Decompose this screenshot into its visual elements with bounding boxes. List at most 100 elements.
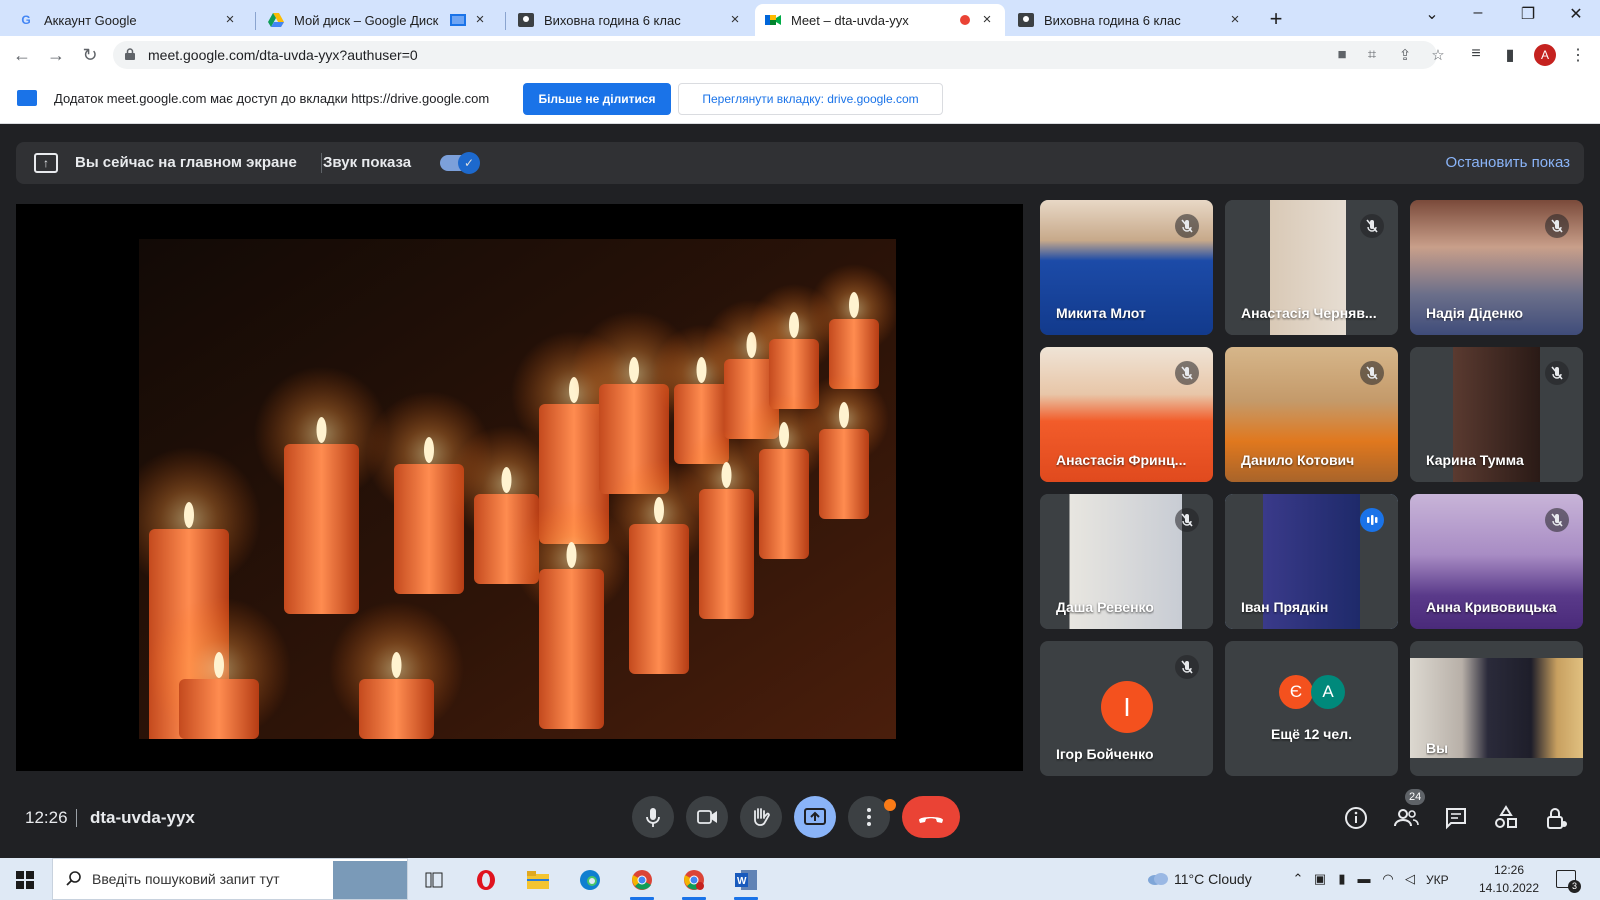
info-icon (1345, 807, 1367, 829)
google-drive-icon (268, 12, 284, 28)
chat-icon (1446, 808, 1466, 830)
host-controls-icon (1547, 808, 1567, 829)
close-tab-icon[interactable]: × (472, 12, 488, 28)
battery-icon[interactable]: ▬ (1356, 871, 1372, 886)
shared-video-candles (139, 239, 896, 739)
tab-separator (255, 12, 256, 30)
profile-avatar[interactable]: A (1534, 44, 1556, 66)
chrome-icon[interactable] (624, 864, 660, 900)
notification-count: 3 (1568, 880, 1581, 893)
address-bar[interactable]: meet.google.com/dta-uvda-yyx?authuser=0 … (113, 41, 1445, 69)
close-window-button[interactable]: ✕ (1560, 4, 1592, 24)
camera-icon (697, 810, 717, 824)
tab-google-drive[interactable]: Мой диск – Google Диск × (258, 4, 498, 36)
mic-off-icon (1175, 508, 1199, 532)
side-panel-icon[interactable]: ▮ (1500, 45, 1520, 65)
microphone-button[interactable] (632, 796, 674, 838)
chat-button[interactable] (1442, 804, 1470, 832)
media-controls-icon[interactable]: ≡ (1466, 45, 1486, 63)
svg-text:W: W (737, 876, 747, 887)
classroom-icon (518, 12, 534, 28)
weather-text[interactable]: 11°C Cloudy (1174, 871, 1252, 887)
participant-tile[interactable]: Анастасія Черняв... (1225, 200, 1398, 335)
mic-off-icon (1175, 214, 1199, 238)
participant-tile[interactable]: Данило Котович (1225, 347, 1398, 482)
view-tab-button[interactable]: Переглянути вкладку: drive.google.com (678, 83, 943, 115)
tab-meet[interactable]: Meet – dta-uvda-yyx × (755, 4, 1005, 36)
participant-tile[interactable]: Карина Тумма (1410, 347, 1583, 482)
camera-in-use-icon[interactable]: ■ (1333, 46, 1351, 63)
edge-icon[interactable] (572, 864, 608, 896)
stop-presenting-button[interactable]: Остановить показ (1446, 154, 1570, 171)
more-participants-label: Ещё 12 чел. (1271, 726, 1352, 742)
raise-hand-button[interactable] (740, 796, 782, 838)
reload-button[interactable]: ↻ (78, 43, 102, 67)
tab-google-account[interactable]: G Аккаунт Google × (8, 4, 248, 36)
leave-call-button[interactable] (902, 796, 960, 838)
close-tab-icon[interactable]: × (222, 12, 238, 28)
presentation-audio-toggle[interactable]: ✓ (440, 152, 480, 174)
more-participants-tile[interactable]: Є А Ещё 12 чел. (1225, 641, 1398, 776)
input-language[interactable]: УКР (1426, 873, 1449, 887)
back-button[interactable]: ← (10, 43, 34, 67)
participant-tile[interactable]: Надія Діденко (1410, 200, 1583, 335)
google-g-icon: G (21, 13, 31, 27)
participant-tile-active-speaker[interactable]: Іван Прядкін (1225, 494, 1398, 629)
stop-sharing-button[interactable]: Більше не ділитися (523, 83, 671, 115)
meeting-details-button[interactable] (1342, 804, 1370, 832)
wifi-icon[interactable]: ◠ (1380, 871, 1396, 887)
tab-classroom-2[interactable]: Виховна година 6 клас × (1008, 4, 1253, 36)
task-view-icon[interactable] (416, 864, 452, 896)
chrome-profile-icon[interactable] (676, 864, 712, 900)
participant-tile[interactable]: Микита Млот (1040, 200, 1213, 335)
new-tab-button[interactable]: + (1262, 6, 1290, 32)
present-screen-icon (804, 808, 826, 825)
close-tab-icon[interactable]: × (979, 12, 995, 28)
volume-icon[interactable]: ◁ (1402, 871, 1418, 887)
divider (76, 809, 77, 827)
people-button[interactable] (1392, 804, 1420, 832)
mic-off-icon (1545, 214, 1569, 238)
activities-button[interactable] (1492, 804, 1520, 832)
participant-tile[interactable]: Анастасія Фринц... (1040, 347, 1213, 482)
participant-tile[interactable]: Даша Ревенко (1040, 494, 1213, 629)
host-controls-button[interactable] (1542, 804, 1570, 832)
browser-menu-icon[interactable]: ⋮ (1568, 45, 1588, 65)
tab-classroom-1[interactable]: Виховна година 6 клас × (508, 4, 753, 36)
cloud-weather-icon (1146, 871, 1170, 888)
minimize-button[interactable]: – (1462, 4, 1494, 22)
microphone-tray-icon[interactable]: ▮ (1334, 871, 1350, 887)
participant-name: Іван Прядкін (1241, 599, 1329, 615)
clock-date[interactable]: 12:26 14.10.2022 (1470, 861, 1548, 897)
present-now-button[interactable] (794, 796, 836, 838)
cast-tab-icon (450, 12, 466, 28)
participant-tile[interactable]: І Ігор Бойченко (1040, 641, 1213, 776)
camera-button[interactable] (686, 796, 728, 838)
opera-icon[interactable] (468, 864, 504, 896)
tab-separator (505, 12, 506, 30)
bookmark-star-icon[interactable]: ☆ (1429, 46, 1447, 64)
participant-name: Анна Кривовицька (1426, 599, 1557, 615)
google-meet-icon (765, 12, 781, 28)
close-tab-icon[interactable]: × (1227, 12, 1243, 28)
chevron-up-icon[interactable]: ⌃ (1290, 871, 1306, 887)
self-view-tile[interactable]: Вы (1410, 641, 1583, 776)
participant-tile[interactable]: Анна Кривовицька (1410, 494, 1583, 629)
notifications-icon[interactable]: 3 (1556, 870, 1581, 893)
translate-icon[interactable]: ⌗ (1363, 46, 1381, 63)
share-icon[interactable]: ⇪ (1396, 46, 1414, 64)
close-tab-icon[interactable]: × (727, 12, 743, 28)
windows-start-icon[interactable] (16, 871, 34, 889)
classroom-icon (1018, 12, 1034, 28)
meeting-code: dta-uvda-yyx (90, 808, 195, 827)
forward-button[interactable]: → (44, 43, 68, 67)
word-icon[interactable]: W (728, 864, 764, 900)
participant-name: Ігор Бойченко (1056, 746, 1154, 762)
taskbar-search-box[interactable]: Введіть пошуковий запит тут (52, 858, 408, 900)
maximize-button[interactable]: ❐ (1512, 4, 1544, 24)
tray-device-icon[interactable]: ▣ (1312, 871, 1328, 887)
meeting-clock: 12:26 (25, 808, 68, 827)
file-explorer-icon[interactable] (520, 864, 556, 896)
participant-name: Микита Млот (1056, 305, 1146, 321)
tab-search-chevron-icon[interactable]: ⌄ (1416, 4, 1448, 24)
